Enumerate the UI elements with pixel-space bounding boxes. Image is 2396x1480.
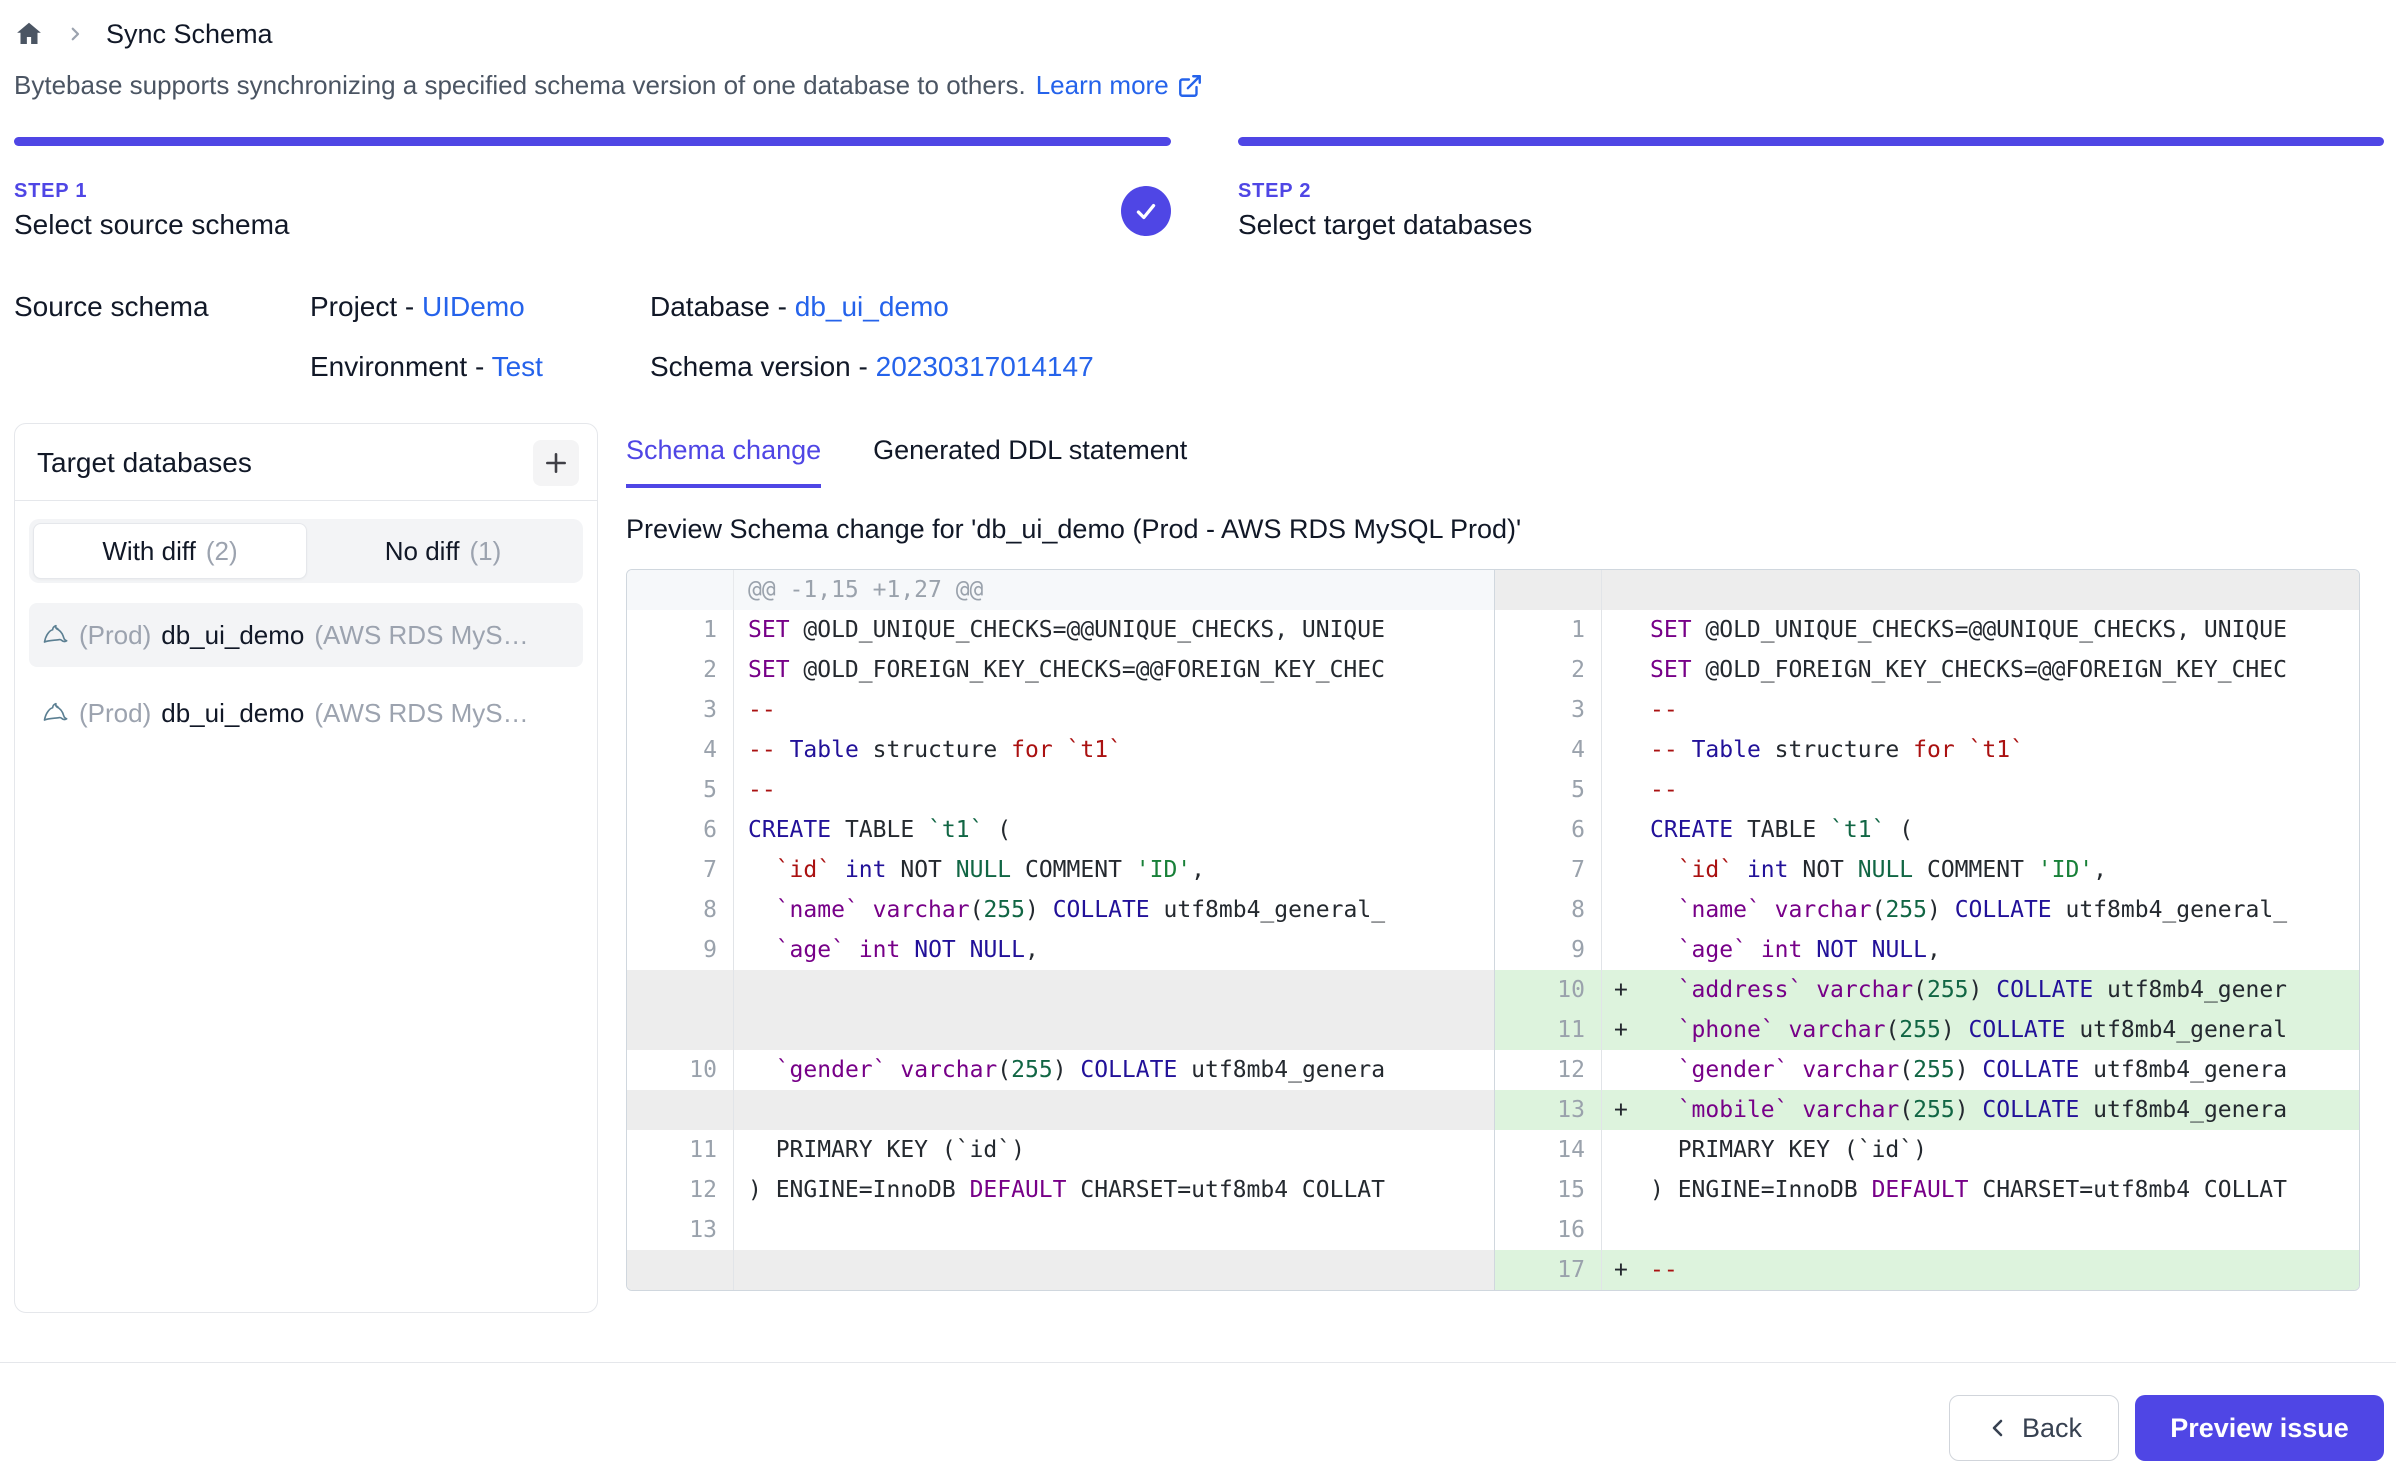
diff-line: 12 `gender` varchar(255) COLLATE utf8mb4… (1495, 1050, 2360, 1090)
diff-gap-row (627, 1090, 1494, 1130)
diff-pane-target: 1SET @OLD_UNIQUE_CHECKS=@@UNIQUE_CHECKS,… (1494, 570, 2360, 1290)
diff-hunk-header: @@ -1,15 +1,27 @@ (627, 570, 1494, 610)
description-text: Bytebase supports synchronizing a specif… (14, 70, 1026, 101)
steps: STEP 1 Select source schema Source schem… (14, 137, 2384, 383)
page-title: Sync Schema (106, 19, 273, 50)
diff-line: 16 (1495, 1210, 2360, 1250)
with-diff-tab[interactable]: With diff(2) (33, 523, 307, 579)
diff-line: 2SET @OLD_FOREIGN_KEY_CHECKS=@@FOREIGN_K… (1495, 650, 2360, 690)
diff-line: 8 `name` varchar(255) COLLATE utf8mb4_ge… (1495, 890, 2360, 930)
mysql-icon (41, 699, 69, 727)
database-link[interactable]: db_ui_demo (795, 291, 949, 322)
chevron-left-icon (1986, 1416, 2010, 1440)
diff-line: 7 `id` int NOT NULL COMMENT 'ID', (1495, 850, 2360, 890)
no-diff-count: (1) (469, 536, 501, 567)
footer: Back Preview issue (0, 1362, 2396, 1461)
diff-line: 5-- (1495, 770, 2360, 810)
diff-line: 13 (627, 1210, 1494, 1250)
source-database: Database - db_ui_demo (650, 291, 1171, 323)
step-2-title: Select target databases (1238, 209, 1532, 241)
db-name: db_ui_demo (161, 620, 304, 651)
step-1-label: STEP 1 (14, 180, 289, 203)
source-schema-label: Source schema (14, 291, 310, 323)
db-instance: (AWS RDS MyS… (314, 620, 528, 651)
tab-schema-change[interactable]: Schema change (626, 435, 821, 488)
preview-title: Preview Schema change for 'db_ui_demo (P… (626, 514, 2384, 545)
db-environment: (Prod) (79, 698, 151, 729)
with-diff-count: (2) (206, 536, 238, 567)
target-database-item[interactable]: (Prod) db_ui_demo (AWS RDS MyS… (29, 603, 583, 667)
target-database-item[interactable]: (Prod) db_ui_demo (AWS RDS MyS… (29, 681, 583, 745)
target-databases-title: Target databases (37, 447, 252, 479)
diff-line: 6CREATE TABLE `t1` ( (627, 810, 1494, 850)
home-icon[interactable] (14, 19, 44, 49)
source-schema-summary: Source schema Project - UIDemo Database … (14, 291, 1171, 383)
step-1-check-icon (1121, 186, 1171, 236)
diff-line: 1SET @OLD_UNIQUE_CHECKS=@@UNIQUE_CHECKS,… (627, 610, 1494, 650)
add-target-database-button[interactable] (533, 440, 579, 486)
preview-issue-button[interactable]: Preview issue (2135, 1395, 2384, 1461)
diff-line: 1SET @OLD_UNIQUE_CHECKS=@@UNIQUE_CHECKS,… (1495, 610, 2360, 650)
diff-line: 14 PRIMARY KEY (`id`) (1495, 1130, 2360, 1170)
main-content: Target databases With diff(2) No diff(1)… (14, 423, 2384, 1313)
diff-added-line: 10+ `address` varchar(255) COLLATE utf8m… (1495, 970, 2360, 1010)
plus-icon (543, 450, 569, 476)
diff-line: 4-- Table structure for `t1` (627, 730, 1494, 770)
environment-link[interactable]: Test (492, 351, 543, 382)
schema-version-link[interactable]: 20230317014147 (876, 351, 1094, 382)
tab-generated-ddl[interactable]: Generated DDL statement (873, 435, 1187, 488)
diff-line: 3-- (627, 690, 1494, 730)
mysql-icon (41, 621, 69, 649)
tabs: Schema change Generated DDL statement (626, 423, 2384, 488)
diff-line: 4-- Table structure for `t1` (1495, 730, 2360, 770)
diff-line: 5-- (627, 770, 1494, 810)
db-name: db_ui_demo (161, 698, 304, 729)
source-project: Project - UIDemo (310, 291, 650, 323)
diff-line: 2SET @OLD_FOREIGN_KEY_CHECKS=@@FOREIGN_K… (627, 650, 1494, 690)
diff-line: 10 `gender` varchar(255) COLLATE utf8mb4… (627, 1050, 1494, 1090)
diff-added-line: 17+-- (1495, 1250, 2360, 1290)
diff-line: 11 PRIMARY KEY (`id`) (627, 1130, 1494, 1170)
schema-change-area: Schema change Generated DDL statement Pr… (626, 423, 2384, 1291)
db-environment: (Prod) (79, 620, 151, 651)
breadcrumb: Sync Schema (14, 14, 2384, 54)
external-link-icon (1177, 73, 1203, 99)
diff-gap-row (627, 970, 1494, 1050)
diff-added-line: 11+ `phone` varchar(255) COLLATE utf8mb4… (1495, 1010, 2360, 1050)
back-button[interactable]: Back (1949, 1395, 2119, 1461)
diff-line: 9 `age` int NOT NULL, (1495, 930, 2360, 970)
source-environment: Environment - Test (310, 351, 650, 383)
diff-gap-row (627, 1250, 1494, 1290)
schema-diff-viewer: @@ -1,15 +1,27 @@1SET @OLD_UNIQUE_CHECKS… (626, 569, 2360, 1291)
diff-added-line: 13+ `mobile` varchar(255) COLLATE utf8mb… (1495, 1090, 2360, 1130)
source-version: Schema version - 20230317014147 (650, 351, 1171, 383)
step-1: STEP 1 Select source schema Source schem… (14, 137, 1171, 383)
diff-filter-segmented-control: With diff(2) No diff(1) (29, 519, 583, 583)
diff-line: 9 `age` int NOT NULL, (627, 930, 1494, 970)
diff-line: 8 `name` varchar(255) COLLATE utf8mb4_ge… (627, 890, 1494, 930)
no-diff-tab[interactable]: No diff(1) (307, 523, 579, 579)
step-1-progress-bar (14, 137, 1171, 146)
db-instance: (AWS RDS MyS… (314, 698, 528, 729)
diff-pane-source: @@ -1,15 +1,27 @@1SET @OLD_UNIQUE_CHECKS… (627, 570, 1494, 1290)
sync-schema-page: Sync Schema Bytebase supports synchroniz… (0, 0, 2396, 1480)
diff-gap-row (1495, 570, 2360, 610)
diff-line: 7 `id` int NOT NULL COMMENT 'ID', (627, 850, 1494, 890)
diff-line: 12) ENGINE=InnoDB DEFAULT CHARSET=utf8mb… (627, 1170, 1494, 1210)
diff-line: 6CREATE TABLE `t1` ( (1495, 810, 2360, 850)
diff-line: 15) ENGINE=InnoDB DEFAULT CHARSET=utf8mb… (1495, 1170, 2360, 1210)
target-databases-panel: Target databases With diff(2) No diff(1)… (14, 423, 598, 1313)
learn-more-link[interactable]: Learn more (1036, 70, 1203, 101)
step-2-label: STEP 2 (1238, 180, 1532, 203)
chevron-right-icon (66, 25, 84, 43)
step-1-title: Select source schema (14, 209, 289, 241)
diff-line: 3-- (1495, 690, 2360, 730)
step-2: STEP 2 Select target databases (1238, 137, 2384, 383)
step-2-progress-bar (1238, 137, 2384, 146)
project-link[interactable]: UIDemo (422, 291, 525, 322)
target-database-list: (Prod) db_ui_demo (AWS RDS MyS… (Prod) db_ui… (29, 603, 583, 745)
page-description: Bytebase supports synchronizing a specif… (14, 70, 2384, 101)
